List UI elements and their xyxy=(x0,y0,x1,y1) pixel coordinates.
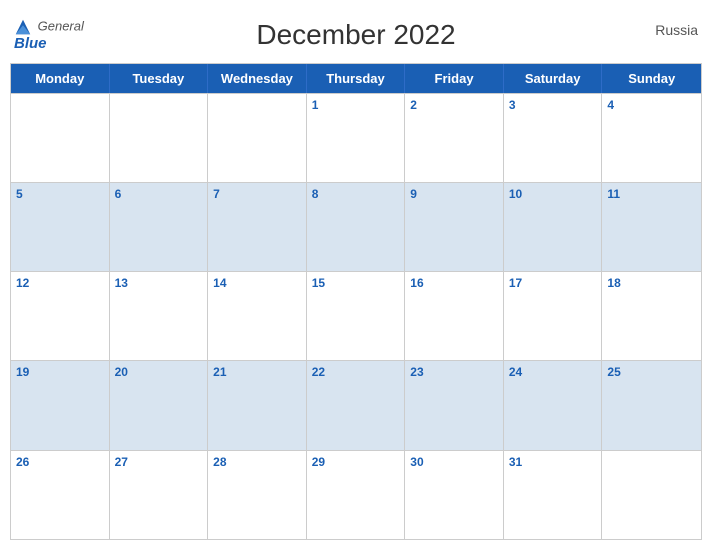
day-number: 16 xyxy=(410,276,498,290)
day-cell xyxy=(110,94,209,182)
day-cell: 14 xyxy=(208,272,307,360)
day-number: 10 xyxy=(509,187,597,201)
day-number: 22 xyxy=(312,365,400,379)
day-cell: 30 xyxy=(405,451,504,539)
day-header-thursday: Thursday xyxy=(307,64,406,93)
day-cell: 7 xyxy=(208,183,307,271)
day-number: 27 xyxy=(115,455,203,469)
day-number: 4 xyxy=(607,98,696,112)
day-number: 21 xyxy=(213,365,301,379)
day-number: 29 xyxy=(312,455,400,469)
day-cell: 18 xyxy=(602,272,701,360)
day-headers: MondayTuesdayWednesdayThursdayFridaySatu… xyxy=(11,64,701,93)
day-cell: 10 xyxy=(504,183,603,271)
weeks-container: 1234567891011121314151617181920212223242… xyxy=(11,93,701,540)
week-row-1: 1234 xyxy=(11,93,701,182)
day-cell: 17 xyxy=(504,272,603,360)
day-number: 18 xyxy=(607,276,696,290)
day-cell: 21 xyxy=(208,361,307,449)
day-number: 3 xyxy=(509,98,597,112)
day-header-tuesday: Tuesday xyxy=(110,64,209,93)
day-number: 31 xyxy=(509,455,597,469)
day-cell: 5 xyxy=(11,183,110,271)
week-row-5: 26 27 28 29 30 31 xyxy=(11,450,701,539)
day-cell: 20 xyxy=(110,361,209,449)
day-cell: 1 xyxy=(307,94,406,182)
day-cell: 15 xyxy=(307,272,406,360)
day-cell: 12 xyxy=(11,272,110,360)
day-cell: 25 xyxy=(602,361,701,449)
day-number: 6 xyxy=(115,187,203,201)
day-number: 9 xyxy=(410,187,498,201)
logo: General Blue xyxy=(14,18,84,53)
week-row-2: 56789 10 11 xyxy=(11,182,701,271)
day-number: 26 xyxy=(16,455,104,469)
day-number: 15 xyxy=(312,276,400,290)
day-cell: 24 xyxy=(504,361,603,449)
day-cell: 4 xyxy=(602,94,701,182)
day-cell: 11 xyxy=(602,183,701,271)
day-cell: 2 xyxy=(405,94,504,182)
day-header-wednesday: Wednesday xyxy=(208,64,307,93)
country-label: Russia xyxy=(655,22,698,38)
day-cell: 28 xyxy=(208,451,307,539)
day-cell: 26 xyxy=(11,451,110,539)
day-cell xyxy=(602,451,701,539)
day-number: 13 xyxy=(115,276,203,290)
day-cell: 23 xyxy=(405,361,504,449)
calendar-container: General Blue December 2022 Russia Monday… xyxy=(10,10,702,540)
day-cell: 29 xyxy=(307,451,406,539)
day-cell xyxy=(11,94,110,182)
day-header-friday: Friday xyxy=(405,64,504,93)
day-number: 5 xyxy=(16,187,104,201)
day-cell: 6 xyxy=(110,183,209,271)
day-number: 14 xyxy=(213,276,301,290)
day-cell: 3 xyxy=(504,94,603,182)
day-cell: 22 xyxy=(307,361,406,449)
day-header-monday: Monday xyxy=(11,64,110,93)
day-number: 11 xyxy=(607,187,696,201)
calendar-header: General Blue December 2022 Russia xyxy=(10,10,702,57)
day-number: 2 xyxy=(410,98,498,112)
calendar-grid: MondayTuesdayWednesdayThursdayFridaySatu… xyxy=(10,63,702,541)
day-number: 19 xyxy=(16,365,104,379)
day-cell xyxy=(208,94,307,182)
day-cell: 19 xyxy=(11,361,110,449)
day-header-saturday: Saturday xyxy=(504,64,603,93)
logo-general-label: General xyxy=(38,18,84,33)
day-cell: 8 xyxy=(307,183,406,271)
day-number: 24 xyxy=(509,365,597,379)
day-cell: 9 xyxy=(405,183,504,271)
day-number: 25 xyxy=(607,365,696,379)
day-cell: 16 xyxy=(405,272,504,360)
day-number: 17 xyxy=(509,276,597,290)
day-header-sunday: Sunday xyxy=(602,64,701,93)
week-row-4: 19 20 21 22 23 24 25 xyxy=(11,360,701,449)
logo-icon xyxy=(14,18,32,36)
logo-blue-label: Blue xyxy=(14,36,47,53)
week-row-3: 12 13 14 15 16 17 18 xyxy=(11,271,701,360)
logo-general-text: General xyxy=(14,18,84,36)
day-number: 1 xyxy=(312,98,400,112)
day-number: 8 xyxy=(312,187,400,201)
day-number: 28 xyxy=(213,455,301,469)
month-title: December 2022 xyxy=(256,19,455,51)
day-cell: 13 xyxy=(110,272,209,360)
day-cell: 27 xyxy=(110,451,209,539)
day-number: 30 xyxy=(410,455,498,469)
day-number: 12 xyxy=(16,276,104,290)
day-number: 7 xyxy=(213,187,301,201)
day-number: 23 xyxy=(410,365,498,379)
day-cell: 31 xyxy=(504,451,603,539)
day-number: 20 xyxy=(115,365,203,379)
